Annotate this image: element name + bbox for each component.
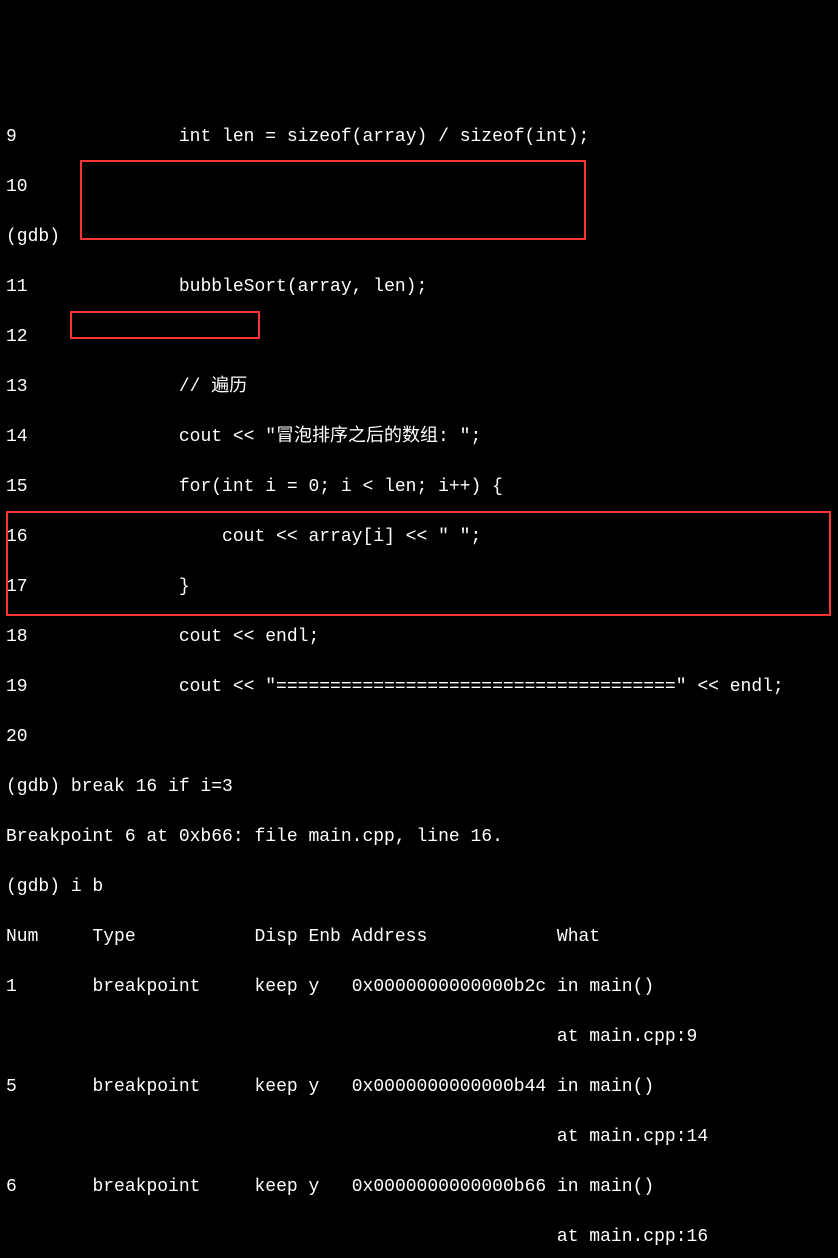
table-row: 5 breakpoint keep y 0x0000000000000b44 i…	[6, 1075, 832, 1100]
src-line: 20	[6, 725, 832, 750]
gdb-prompt: (gdb)	[6, 225, 832, 250]
table-row-cont: at main.cpp:9	[6, 1025, 832, 1050]
src-line: 15 for(int i = 0; i < len; i++) {	[6, 475, 832, 500]
src-line: 9 int len = sizeof(array) / sizeof(int);	[6, 125, 832, 150]
gdb-output: Breakpoint 6 at 0xb66: file main.cpp, li…	[6, 825, 832, 850]
src-line: 19 cout << "============================…	[6, 675, 832, 700]
table-header: Num Type Disp Enb Address What	[6, 925, 832, 950]
src-line: 16 cout << array[i] << " ";	[6, 525, 832, 550]
src-line: 14 cout << "冒泡排序之后的数组: ";	[6, 425, 832, 450]
table-row: 6 breakpoint keep y 0x0000000000000b66 i…	[6, 1175, 832, 1200]
gdb-input[interactable]: (gdb) break 16 if i=3	[6, 775, 832, 800]
table-row-cont: at main.cpp:16	[6, 1225, 832, 1250]
table-row-cont: at main.cpp:14	[6, 1125, 832, 1150]
src-line: 13 // 遍历	[6, 375, 832, 400]
src-line: 10	[6, 175, 832, 200]
gdb-input[interactable]: (gdb) i b	[6, 875, 832, 900]
src-line: 12	[6, 325, 832, 350]
terminal-output: 9 int len = sizeof(array) / sizeof(int);…	[0, 100, 838, 1258]
src-line: 17 }	[6, 575, 832, 600]
src-line: 11 bubbleSort(array, len);	[6, 275, 832, 300]
table-row: 1 breakpoint keep y 0x0000000000000b2c i…	[6, 975, 832, 1000]
